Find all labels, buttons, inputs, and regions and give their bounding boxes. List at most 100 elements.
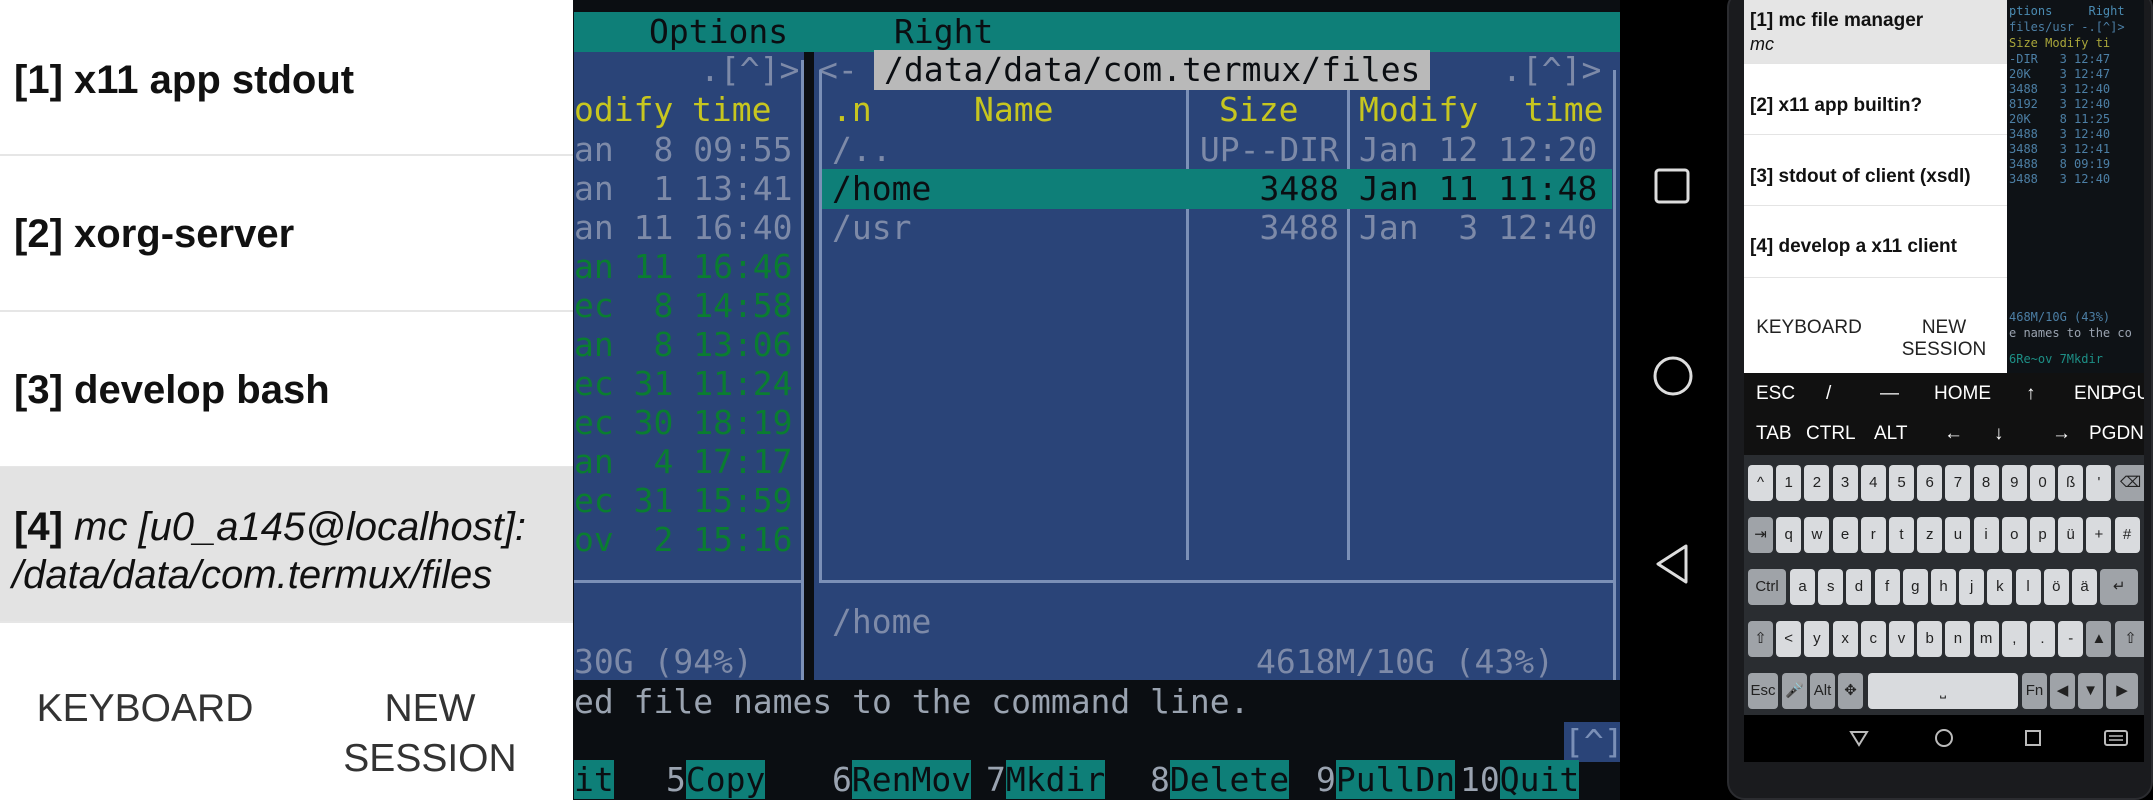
key[interactable]: n	[1945, 621, 1971, 657]
key[interactable]: 1	[1776, 465, 1802, 501]
key[interactable]: y	[1804, 621, 1830, 657]
fkey-copy[interactable]: 5Copy	[666, 760, 766, 800]
session-item-1[interactable]: [1] x11 app stdout	[0, 0, 573, 156]
phone-back-icon[interactable]	[1849, 729, 1869, 747]
keyboard-button[interactable]: KEYBOARD	[20, 684, 270, 734]
phone-new-session-button[interactable]: NEW SESSION	[1884, 317, 2004, 361]
fkey-it[interactable]: it	[574, 760, 614, 800]
key[interactable]: ,	[2001, 621, 2027, 657]
caret-indicator[interactable]: [^]	[1564, 722, 1620, 762]
key[interactable]: f	[1874, 569, 1900, 605]
phone-session-1[interactable]: [1] mc file manager mc	[1744, 0, 2007, 64]
key[interactable]: ö	[2043, 569, 2069, 605]
fkey-quit[interactable]: 10Quit	[1460, 760, 1580, 800]
key[interactable]: p	[2030, 517, 2055, 553]
key[interactable]: h	[1931, 569, 1956, 605]
key[interactable]: m	[1973, 621, 1999, 657]
key[interactable]: z	[1917, 517, 1943, 553]
mic-icon[interactable]: 🎤	[1782, 673, 1807, 709]
fkey-renmov[interactable]: 6RenMov	[832, 760, 972, 800]
left-arrow-icon[interactable]: ◀	[2050, 673, 2075, 709]
home-icon[interactable]	[1652, 355, 1694, 397]
key[interactable]: d	[1846, 569, 1872, 605]
fkey-delete[interactable]: 8Delete	[1150, 760, 1290, 800]
key[interactable]: e	[1832, 517, 1858, 553]
key[interactable]: '	[2086, 465, 2112, 501]
key[interactable]: l	[2015, 569, 2041, 605]
phone-keyboard-switch-icon[interactable]	[2104, 729, 2128, 747]
key[interactable]: w	[1804, 517, 1830, 553]
fkey-mkdir[interactable]: 7Mkdir	[986, 760, 1106, 800]
extra-key[interactable]: →	[2052, 423, 2071, 445]
new-session-button[interactable]: NEW SESSION	[300, 684, 560, 784]
key[interactable]: q	[1776, 517, 1802, 553]
key[interactable]: 3	[1832, 465, 1858, 501]
shift-icon[interactable]: ⇧	[1748, 621, 1773, 657]
key[interactable]: g	[1902, 569, 1928, 605]
recents-icon[interactable]	[1652, 166, 1692, 206]
back-icon[interactable]	[1652, 542, 1692, 586]
key[interactable]: 9	[2001, 465, 2027, 501]
phone-home-icon[interactable]	[1934, 728, 1954, 748]
extra-key[interactable]: ALT	[1874, 423, 1907, 445]
phone-recents-icon[interactable]	[2024, 729, 2042, 747]
key[interactable]: i	[1973, 517, 1999, 553]
key[interactable]: k	[1987, 569, 2013, 605]
key[interactable]: v	[1889, 621, 1914, 657]
key[interactable]: ^	[1748, 465, 1773, 501]
esc-key[interactable]: Esc	[1748, 673, 1778, 709]
ctrl-key[interactable]: Ctrl	[1748, 569, 1786, 605]
extra-key[interactable]: TAB	[1756, 423, 1792, 445]
key[interactable]: 0	[2030, 465, 2055, 501]
session-item-4[interactable]: [4] mc [u0_a145@localhost]: /data/data/c…	[0, 467, 573, 623]
key[interactable]: r	[1860, 517, 1886, 553]
extra-key[interactable]: —	[1880, 383, 1899, 405]
extra-key[interactable]: ESC	[1756, 383, 1795, 405]
key[interactable]: u	[1945, 517, 1971, 553]
key[interactable]: x	[1832, 621, 1858, 657]
key[interactable]: j	[1959, 569, 1985, 605]
menu-options[interactable]: Options	[649, 12, 788, 52]
down-arrow-icon[interactable]: ▼	[2078, 673, 2103, 709]
key[interactable]: a	[1790, 569, 1815, 605]
key[interactable]: s	[1818, 569, 1844, 605]
key[interactable]: 2	[1804, 465, 1830, 501]
fkey-pulldn[interactable]: 9PullDn	[1316, 760, 1456, 800]
key[interactable]: 4	[1860, 465, 1886, 501]
extra-key[interactable]: ←	[1944, 423, 1963, 445]
extra-key[interactable]: CTRL	[1806, 423, 1856, 445]
key[interactable]: ß	[2058, 465, 2084, 501]
right-arrow-icon[interactable]: ▶	[2106, 673, 2138, 709]
key[interactable]: b	[1917, 621, 1943, 657]
extra-key[interactable]: ↓	[1994, 423, 2004, 445]
key[interactable]: ä	[2072, 569, 2097, 605]
key[interactable]: 8	[1973, 465, 1999, 501]
phone-session-2[interactable]: [2] x11 app builtin?	[1744, 64, 2007, 135]
space-key[interactable]: ⎵	[1868, 673, 2018, 709]
extra-key[interactable]: /	[1826, 383, 1831, 405]
session-item-3[interactable]: [3] develop bash	[0, 312, 573, 468]
move-icon[interactable]: ✥	[1838, 673, 1863, 709]
enter-icon[interactable]: ↵	[2100, 569, 2139, 605]
key[interactable]: c	[1860, 621, 1886, 657]
terminal-view[interactable]: Options Right .[^]> odify time an 8 09:5…	[574, 0, 1620, 800]
key[interactable]: +	[2086, 517, 2112, 553]
key[interactable]: 6	[1917, 465, 1943, 501]
key[interactable]: -	[2058, 621, 2084, 657]
extra-key[interactable]: PGUP	[2109, 383, 2144, 405]
backspace-icon[interactable]: ⌫	[2114, 465, 2144, 501]
key[interactable]: .	[2030, 621, 2055, 657]
key[interactable]: ü	[2058, 517, 2084, 553]
key[interactable]: 7	[1945, 465, 1971, 501]
phone-session-3[interactable]: [3] stdout of client (xsdl)	[1744, 135, 2007, 206]
tab-key[interactable]: ⇥	[1748, 517, 1773, 553]
key[interactable]: #	[2114, 517, 2140, 553]
extra-key[interactable]: PGDN	[2089, 423, 2144, 445]
phone-keyboard-button[interactable]: KEYBOARD	[1744, 317, 1874, 339]
extra-key[interactable]: HOME	[1934, 383, 1991, 405]
session-item-2[interactable]: [2] xorg-server	[0, 156, 573, 312]
up-arrow-icon[interactable]: ▲	[2086, 621, 2112, 657]
key[interactable]: <	[1776, 621, 1802, 657]
fn-key[interactable]: Fn	[2022, 673, 2047, 709]
phone-session-4[interactable]: [4] develop a x11 client	[1744, 206, 2007, 278]
